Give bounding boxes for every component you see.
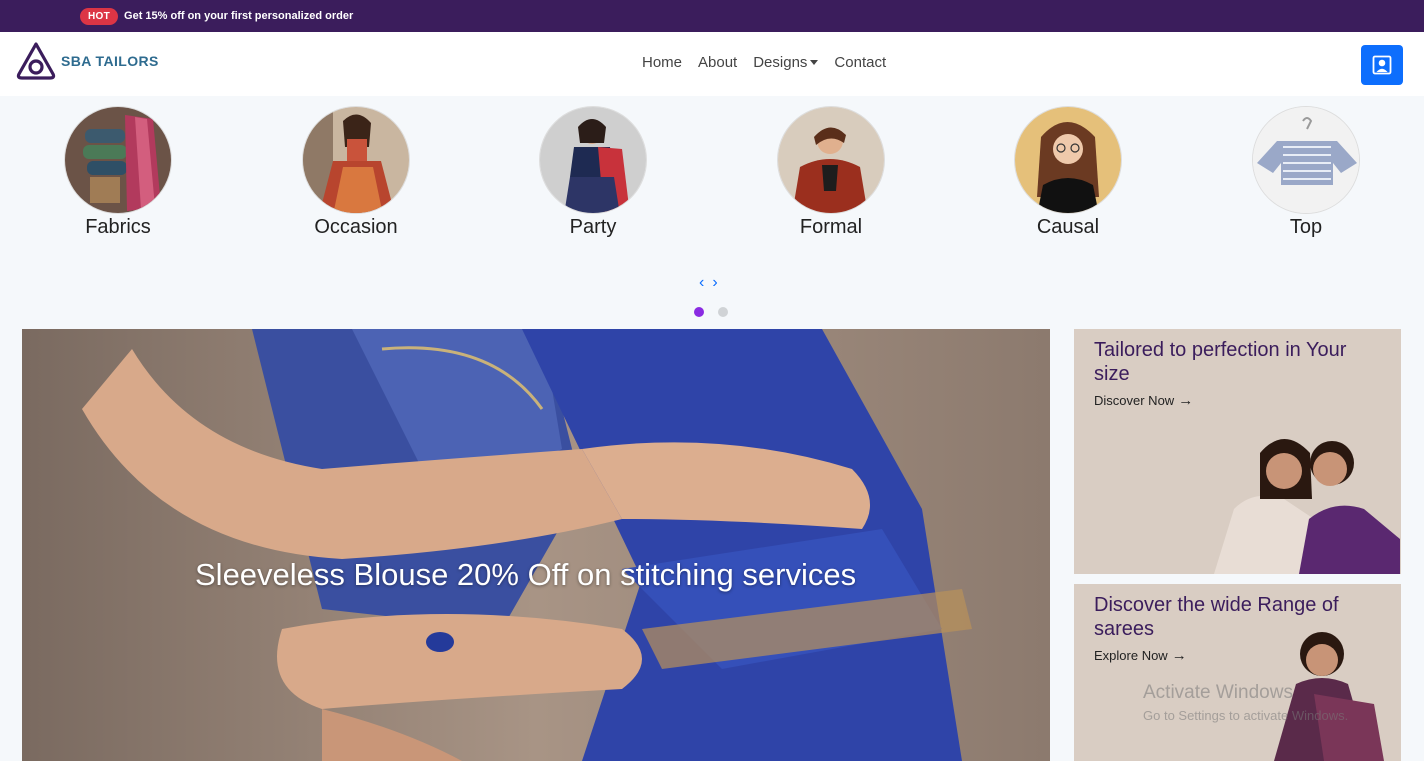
category-label: Party [569,216,617,238]
promo-bar: HOT Get 15% off on your first personaliz… [0,0,1424,32]
category-fabrics[interactable]: Fabrics [38,106,198,239]
category-image [64,106,172,214]
discover-now-link[interactable]: Discover Now → [1094,392,1193,409]
carousel-dot[interactable] [718,307,728,317]
arrow-right-icon: → [1178,392,1194,409]
account-button[interactable] [1361,45,1403,85]
nav-contact[interactable]: Contact [834,54,886,71]
nav-about[interactable]: About [698,54,737,71]
user-icon [1372,55,1392,75]
promo-link-label: Discover Now [1094,393,1175,408]
nav-designs[interactable]: Designs [753,54,819,71]
carousel-dots [694,307,728,317]
nav-links: Home About Designs Contact [642,54,902,71]
navbar: SBA TAILORS Home About Designs Contact [0,32,1424,96]
category-carousel: Fabrics Occasion Party Formal Causal Top… [0,96,1424,326]
caret-down-icon [810,60,819,65]
category-image [1014,106,1122,214]
hero-banner[interactable]: Sleeveless Blouse 20% Off on stitching s… [22,329,1050,761]
category-formal[interactable]: Formal [751,106,911,239]
brand-name: SBA TAILORS [61,53,159,69]
promo-card-tailored[interactable]: Tailored to perfection in Your size Disc… [1074,329,1401,574]
brand[interactable]: SBA TAILORS [15,41,159,81]
promo-link-label: Explore Now [1094,648,1168,663]
promo-text: Get 15% off on your first personalized o… [124,10,354,22]
category-top[interactable]: Top [1226,106,1386,239]
category-party[interactable]: Party [513,106,673,239]
hot-badge: HOT [80,7,119,25]
category-label: Occasion [314,216,398,238]
brand-logo-icon [16,42,56,80]
category-image [777,106,885,214]
category-label: Formal [799,216,863,238]
hero-caption: Sleeveless Blouse 20% Off on stitching s… [195,557,857,592]
carousel-arrows: ‹ › [699,274,718,292]
chevron-right-icon[interactable]: › [712,274,717,292]
category-image [302,106,410,214]
category-image [539,106,647,214]
promo-title: Tailored to perfection in Your size [1094,339,1347,385]
chevron-left-icon[interactable]: ‹ [699,274,704,292]
nav-designs-label: Designs [753,54,808,71]
category-image [1252,106,1360,214]
activate-windows-watermark: Activate Windows Go to Settings to activ… [1143,682,1348,723]
hero-image [22,329,1050,761]
category-label: Fabrics [85,216,151,238]
category-causal[interactable]: Causal [988,106,1148,239]
watermark-title: Activate Windows [1143,682,1293,703]
carousel-dot[interactable] [694,307,704,317]
nav-home[interactable]: Home [642,54,682,71]
category-occasion[interactable]: Occasion [276,106,436,239]
promo-card-sarees[interactable]: Discover the wide Range of sarees Explor… [1074,584,1401,761]
promo-title: Discover the wide Range of sarees [1094,594,1339,640]
arrow-right-icon: → [1171,647,1187,664]
explore-now-link[interactable]: Explore Now → [1094,647,1187,664]
category-label: Top [1289,216,1323,238]
watermark-subtitle: Go to Settings to activate Windows. [1143,708,1349,723]
category-label: Causal [1036,216,1100,238]
